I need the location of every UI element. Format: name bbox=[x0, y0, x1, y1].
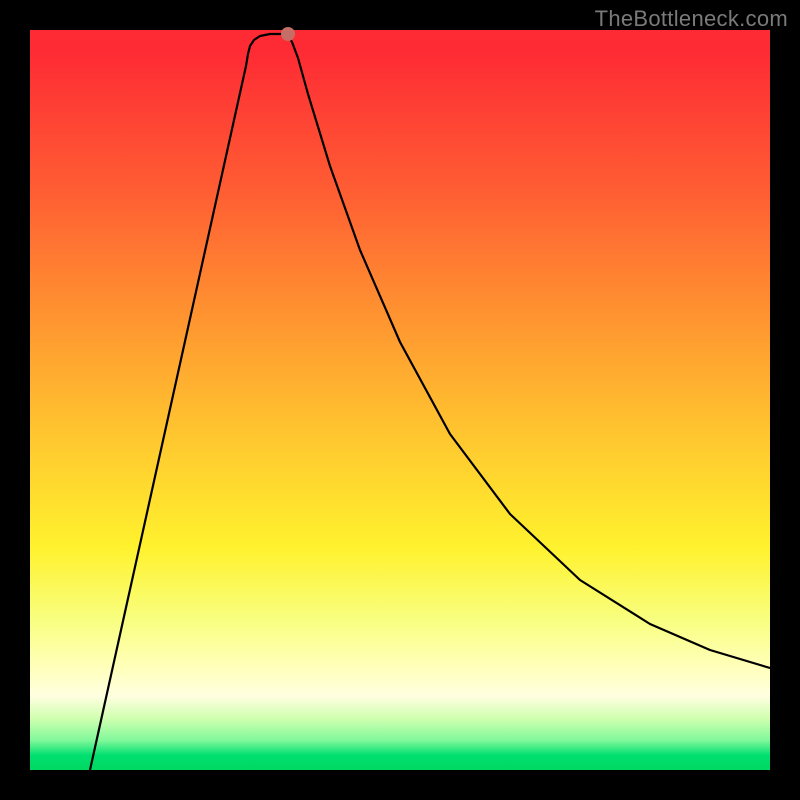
curve-svg bbox=[30, 30, 770, 770]
bottleneck-curve bbox=[90, 34, 770, 770]
plot-area bbox=[30, 30, 770, 770]
chart-frame: TheBottleneck.com bbox=[0, 0, 800, 800]
watermark-text: TheBottleneck.com bbox=[595, 6, 788, 32]
minimum-marker-icon bbox=[281, 27, 295, 41]
